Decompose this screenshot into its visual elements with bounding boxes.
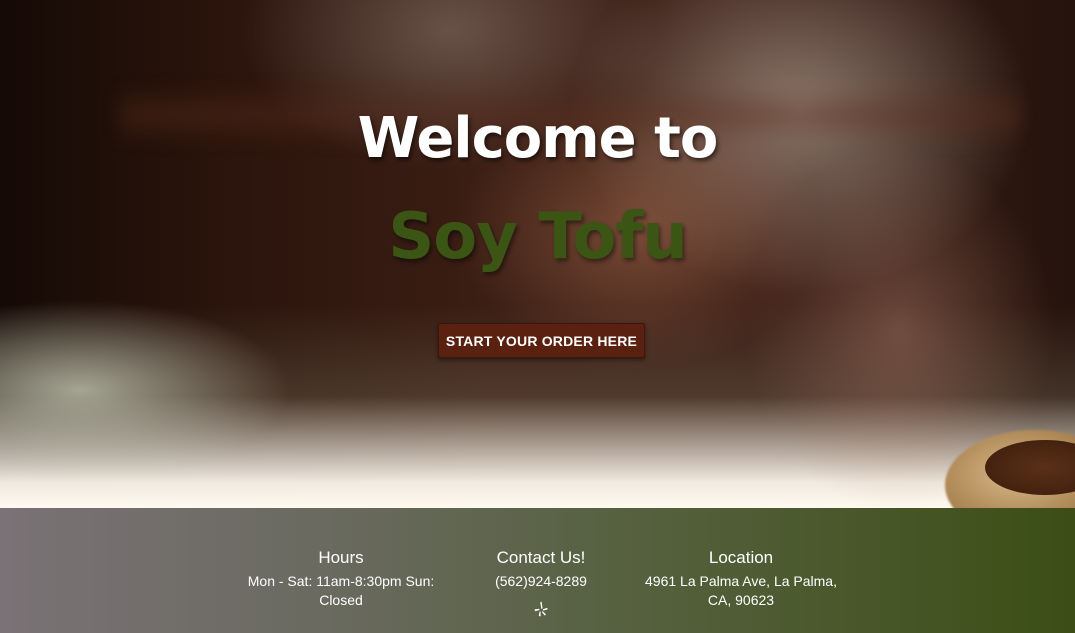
location-heading: Location (708, 548, 774, 567)
hero-title: Welcome to (357, 106, 719, 171)
contact-heading: Contact Us! (496, 548, 586, 567)
hero-banner: Welcome to Soy Tofu START YOUR ORDER HER… (0, 0, 1075, 508)
page: Welcome to Soy Tofu START YOUR ORDER HER… (0, 0, 1075, 633)
brand-name: Soy Tofu (388, 200, 688, 274)
location-section: Location 4961 La Palma Ave, La Palma, CA… (640, 548, 842, 610)
phone-number[interactable]: (562)924-8289 (470, 572, 612, 591)
yelp-icon[interactable] (534, 601, 548, 617)
hours-section: Hours Mon - Sat: 11am-8:30pm Sun: Closed (245, 548, 437, 610)
address-text: 4961 La Palma Ave, La Palma, CA, 90623 (645, 573, 837, 608)
contact-section: Contact Us! (562)924-8289 (470, 548, 612, 622)
hours-heading: Hours (318, 548, 364, 567)
footer: Hours Mon - Sat: 11am-8:30pm Sun: Closed… (0, 508, 1075, 633)
hours-text: Mon - Sat: 11am-8:30pm Sun: Closed (247, 573, 435, 608)
start-order-button[interactable]: START YOUR ORDER HERE (438, 323, 645, 358)
